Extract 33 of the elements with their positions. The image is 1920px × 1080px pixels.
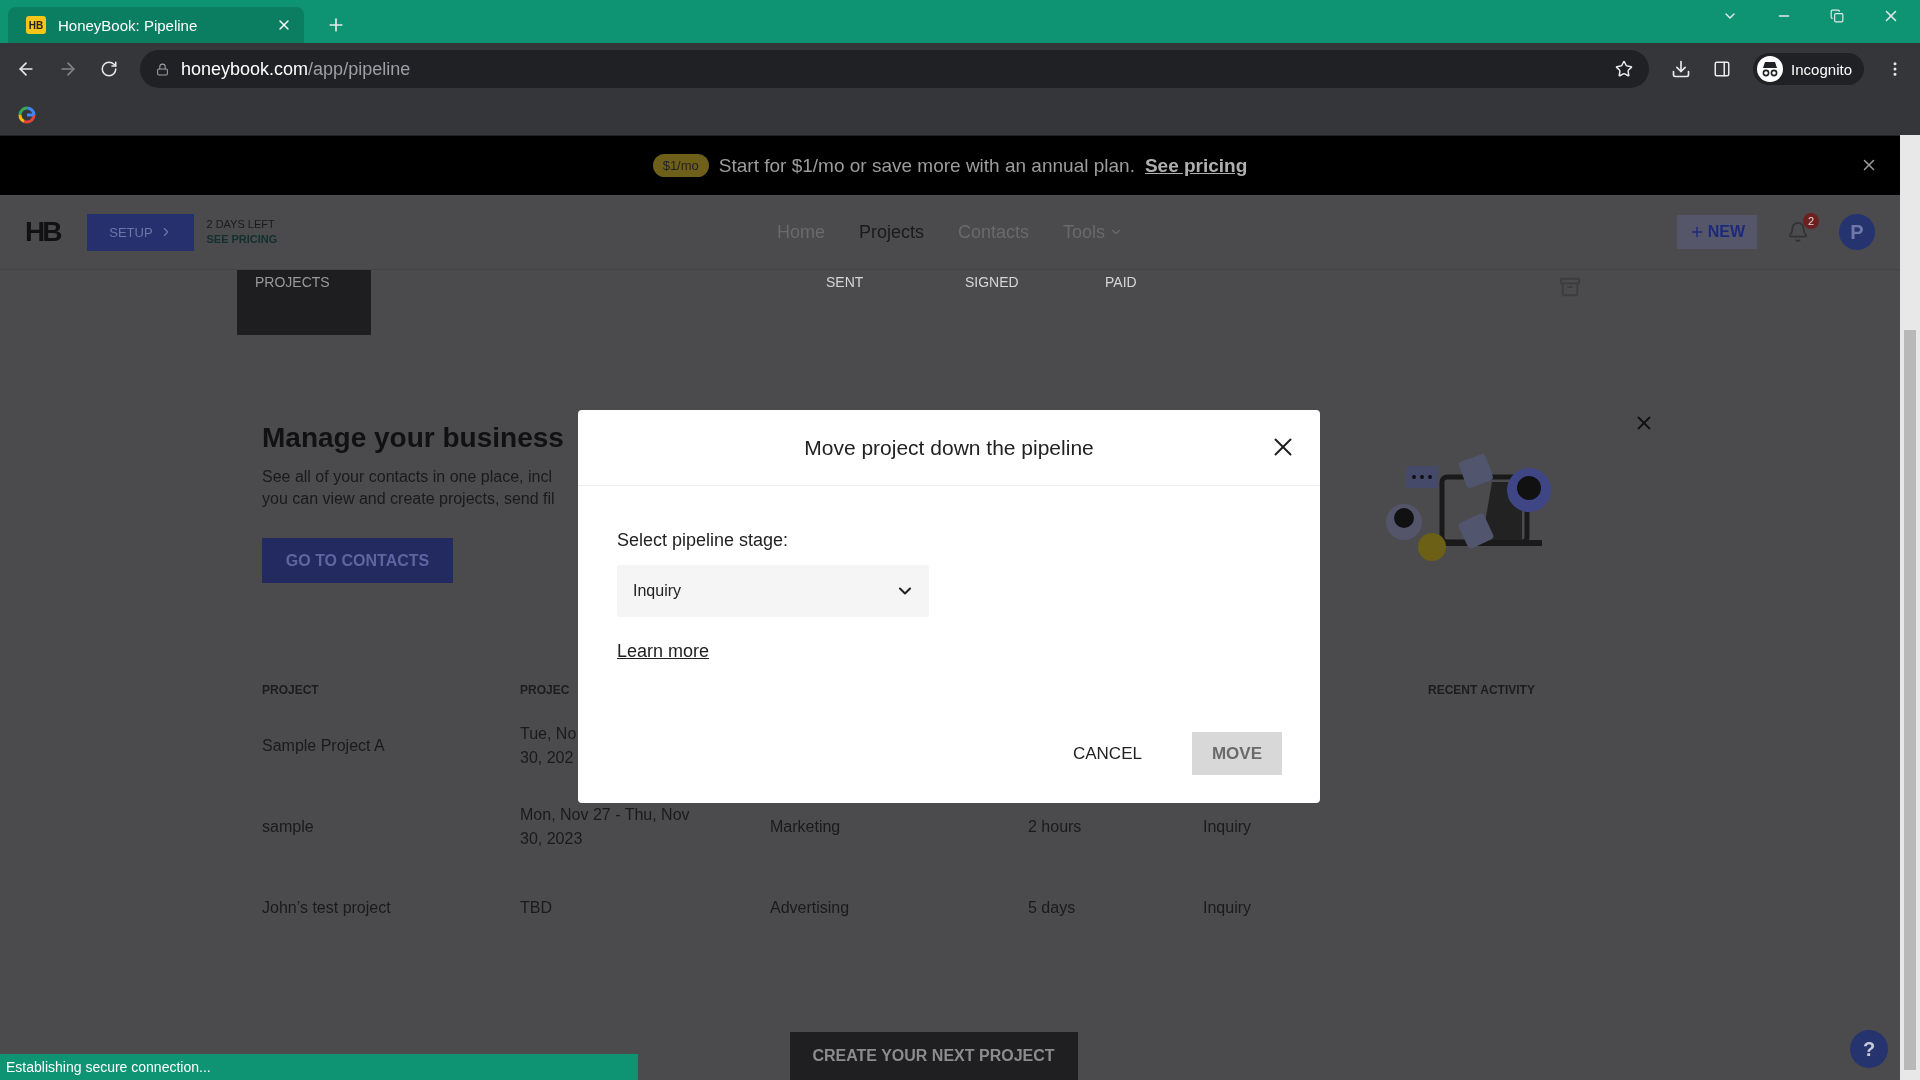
status-bar: Establishing secure connection...	[0, 1054, 638, 1080]
price-badge: $1/mo	[652, 154, 709, 177]
address-bar[interactable]: honeybook.com/app/pipeline	[140, 50, 1650, 88]
promo-title: Manage your business	[262, 422, 564, 454]
stage-select[interactable]: Inquiry	[617, 565, 929, 617]
dialog-title: Move project down the pipeline	[804, 435, 1094, 460]
go-to-contacts-button[interactable]: GO TO CONTACTS	[262, 538, 453, 583]
google-icon[interactable]	[18, 106, 36, 124]
stage-tab[interactable]: SIGNED	[965, 270, 1105, 290]
logo[interactable]: HB	[25, 216, 60, 248]
tab-title: HoneyBook: Pipeline	[58, 16, 199, 34]
cancel-button[interactable]: CANCEL	[1052, 732, 1162, 775]
pricing-link[interactable]: See pricing	[1144, 154, 1248, 177]
star-icon[interactable]	[1615, 60, 1634, 78]
scrollbar[interactable]	[1900, 135, 1920, 1080]
browser-tab[interactable]: HB HoneyBook: Pipeline	[8, 7, 304, 43]
create-project-button[interactable]: CREATE YOUR NEXT PROJECT	[789, 1032, 1078, 1080]
setup-button[interactable]: SETUP	[87, 213, 195, 251]
avatar[interactable]: P	[1839, 214, 1875, 250]
notification-count: 2	[1803, 213, 1819, 229]
side-panel-icon[interactable]	[1713, 60, 1732, 78]
stage-tab[interactable]: PAID	[1105, 270, 1550, 290]
download-icon[interactable]	[1671, 59, 1692, 79]
favicon-icon: HB	[26, 16, 46, 34]
stage-tab[interactable]: SENT	[826, 270, 965, 290]
banner-text: Start for $1/mo or save more with an annual plan.	[718, 154, 1135, 177]
stage-tab[interactable]: PROJECTS	[237, 270, 371, 335]
lock-icon	[156, 62, 169, 76]
learn-more-link[interactable]: Learn more	[617, 641, 710, 662]
profile-button[interactable]: Incognito	[1753, 53, 1864, 85]
incognito-icon	[1757, 56, 1784, 82]
reload-icon[interactable]	[100, 60, 118, 78]
field-label: Select pipeline stage:	[617, 530, 790, 551]
